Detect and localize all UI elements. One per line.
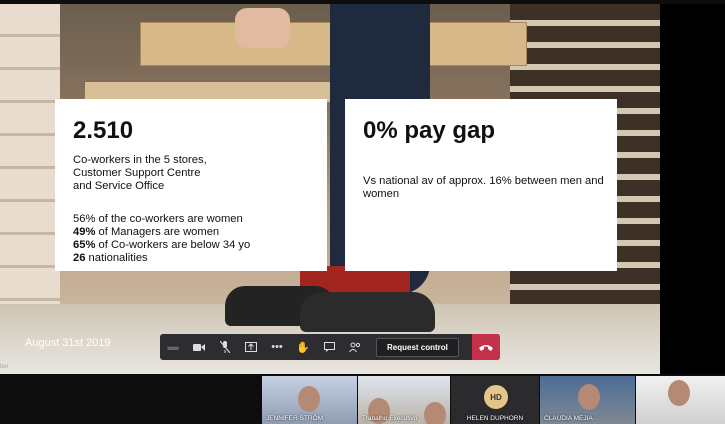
stat-line: 26 nationalities [73, 252, 148, 264]
shared-screen: 2.510 Co-workers in the 5 stores, Custom… [0, 4, 660, 374]
hang-up-button[interactable] [472, 334, 500, 360]
stat-line: 56% of the co-workers are women [73, 213, 243, 225]
participant-name: Trabalho Executivo [362, 415, 418, 422]
stat-card-pay-gap: 0% pay gap Vs national av of approx. 16%… [345, 99, 617, 271]
coworkers-headline: 2.510 [73, 117, 134, 144]
stat-line: 49% of Managers are women [73, 226, 220, 238]
coworkers-description: Co-workers in the 5 stores, Customer Sup… [73, 154, 207, 193]
background-shoe-right [300, 292, 435, 332]
participant-name: JENNIFER STRÖM [266, 415, 324, 422]
stat-line: 65% of Co-workers are below 34 yo [73, 239, 251, 251]
background-hand [235, 8, 290, 48]
participant-video [578, 384, 600, 410]
participant-tile[interactable] [636, 376, 725, 424]
meeting-stage: 2.510 Co-workers in the 5 stores, Custom… [0, 0, 725, 424]
request-control-button[interactable]: Request control [376, 337, 459, 357]
background-boxes-left [0, 4, 60, 324]
camera-icon[interactable] [186, 334, 212, 360]
participant-name: HELEN DUPHORN [466, 415, 524, 422]
pay-gap-description: Vs national av of approx. 16% between me… [363, 175, 604, 201]
side-panel [660, 4, 725, 374]
participant-video [668, 380, 690, 406]
description-line: Co-workers in the 5 stores, [73, 154, 207, 166]
participant-tile[interactable]: JENNIFER STRÖM [262, 376, 357, 424]
participant-tile[interactable]: Trabalho Executivo [358, 376, 450, 424]
description-line: Customer Support Centre [73, 167, 201, 179]
participant-name: CLAUDIA MEJIA [544, 415, 593, 422]
raise-hand-icon[interactable]: ✋ [290, 334, 316, 360]
participant-video [424, 402, 446, 424]
mic-off-icon[interactable] [212, 334, 238, 360]
meeting-toolbar: ▬ ••• ✋ Request control [160, 334, 500, 360]
participant-strip: JENNIFER STRÖM Trabalho Executivo HD HEL… [0, 376, 725, 424]
participants-icon[interactable] [342, 334, 368, 360]
description-line: women [363, 188, 400, 200]
chat-icon[interactable] [316, 334, 342, 360]
screen-icon[interactable]: ▬ [160, 334, 186, 360]
corner-label: ber [0, 364, 9, 370]
participant-video [298, 386, 320, 412]
coworkers-stats: 56% of the co-workers are women 49% of M… [73, 213, 250, 265]
description-line: and Service Office [73, 180, 165, 192]
participant-tile[interactable]: HD HELEN DUPHORN [451, 376, 539, 424]
stat-card-coworkers: 2.510 Co-workers in the 5 stores, Custom… [55, 99, 327, 271]
share-icon[interactable] [238, 334, 264, 360]
pay-gap-headline: 0% pay gap [363, 117, 496, 144]
avatar: HD [484, 385, 508, 409]
slide-date: August 31st 2019 [25, 337, 111, 349]
participant-tile[interactable]: CLAUDIA MEJIA [540, 376, 635, 424]
more-icon[interactable]: ••• [264, 334, 290, 360]
description-line: Vs national av of approx. 16% between me… [363, 175, 604, 187]
phone-hangup-icon [479, 340, 493, 354]
